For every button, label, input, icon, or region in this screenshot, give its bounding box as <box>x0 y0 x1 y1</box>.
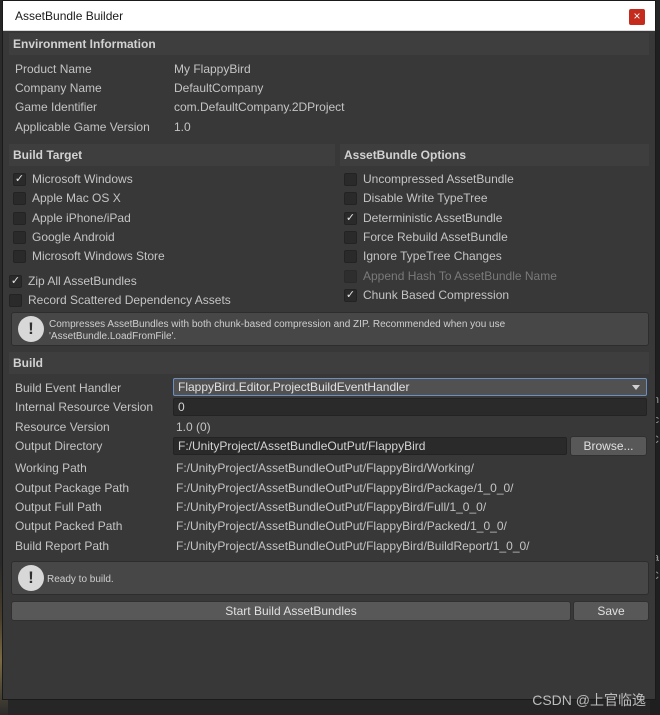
deterministic-toggle[interactable]: ✓ Deterministic AssetBundle <box>344 209 502 227</box>
window-title: AssetBundle Builder <box>15 9 124 23</box>
working-path-label: Working Path <box>15 461 87 475</box>
build-header: Build <box>9 352 649 374</box>
browse-button[interactable]: Browse... <box>570 436 647 456</box>
watermark: CSDN @上官临逸 <box>532 692 646 708</box>
assetbundle-builder-window: AssetBundle Builder × Environment Inform… <box>2 0 656 700</box>
product-name-value: My FlappyBird <box>174 62 251 76</box>
resource-version-label: Resource Version <box>15 420 110 434</box>
platform-label: Apple iPhone/iPad <box>32 211 131 225</box>
close-button[interactable]: × <box>629 9 645 25</box>
option-label: Disable Write TypeTree <box>363 191 488 205</box>
window-titlebar[interactable]: AssetBundle Builder × <box>3 1 655 31</box>
output-dir-input[interactable]: F:/UnityProject/AssetBundleOutPut/Flappy… <box>173 437 567 455</box>
checkbox <box>344 230 357 244</box>
platform-label: Microsoft Windows Store <box>32 249 165 263</box>
platform-windows-store-toggle[interactable]: Microsoft Windows Store <box>13 247 165 265</box>
checkbox <box>9 293 22 307</box>
company-name-label: Company Name <box>15 81 102 95</box>
force-rebuild-toggle[interactable]: Force Rebuild AssetBundle <box>344 228 508 246</box>
check-icon: ✓ <box>344 211 357 225</box>
check-icon: ✓ <box>344 288 357 302</box>
status-box: ! Ready to build. <box>11 561 649 595</box>
package-path-value: F:/UnityProject/AssetBundleOutPut/Flappy… <box>176 481 514 495</box>
platform-macos-toggle[interactable]: Apple Mac OS X <box>13 189 121 207</box>
game-identifier-label: Game Identifier <box>15 100 98 114</box>
company-name-value: DefaultCompany <box>174 81 264 95</box>
zip-all-label: Zip All AssetBundles <box>28 274 137 288</box>
output-dir-label: Output Directory <box>15 439 103 453</box>
event-handler-dropdown[interactable]: FlappyBird.Editor.ProjectBuildEventHandl… <box>173 378 647 396</box>
checkbox <box>13 191 26 205</box>
chevron-down-icon <box>632 385 640 390</box>
packed-path-value: F:/UnityProject/AssetBundleOutPut/Flappy… <box>176 519 507 533</box>
checkbox <box>344 191 357 205</box>
chunk-compression-toggle[interactable]: ✓ Chunk Based Compression <box>344 286 509 304</box>
option-label: Force Rebuild AssetBundle <box>363 230 508 244</box>
platform-ios-toggle[interactable]: Apple iPhone/iPad <box>13 209 131 227</box>
info-icon: ! <box>18 565 44 591</box>
option-label: Uncompressed AssetBundle <box>363 172 514 186</box>
game-version-value: 1.0 <box>174 120 191 134</box>
assetbundle-options-header: AssetBundle Options <box>340 144 649 166</box>
checkbox <box>344 172 357 186</box>
option-label: Chunk Based Compression <box>363 288 510 302</box>
start-build-button[interactable]: Start Build AssetBundles <box>11 601 571 621</box>
resource-version-value: 1.0 (0) <box>176 420 211 434</box>
checkbox <box>344 269 357 283</box>
record-scattered-label: Record Scattered Dependency Assets <box>28 293 231 307</box>
status-message: Ready to build. <box>47 574 114 585</box>
option-label: Append Hash To AssetBundle Name <box>363 269 557 283</box>
full-path-value: F:/UnityProject/AssetBundleOutPut/Flappy… <box>176 500 487 514</box>
product-name-label: Product Name <box>15 62 92 76</box>
info-icon: ! <box>18 316 44 342</box>
event-handler-label: Build Event Handler <box>15 381 122 395</box>
checkbox <box>13 230 26 244</box>
report-path-value: F:/UnityProject/AssetBundleOutPut/Flappy… <box>176 539 530 553</box>
option-label: Deterministic AssetBundle <box>363 211 503 225</box>
compression-help-line2: 'AssetBundle.LoadFromFile'. <box>49 331 177 342</box>
platform-label: Google Android <box>32 230 115 244</box>
compression-help-line1: Compresses AssetBundles with both chunk-… <box>49 319 506 330</box>
checkbox <box>13 249 26 263</box>
check-icon: ✓ <box>9 274 22 288</box>
append-hash-toggle: Append Hash To AssetBundle Name <box>344 267 557 285</box>
report-path-label: Build Report Path <box>15 539 110 553</box>
packed-path-label: Output Packed Path <box>15 519 123 533</box>
package-path-label: Output Package Path <box>15 481 130 495</box>
platform-android-toggle[interactable]: Google Android <box>13 228 115 246</box>
platform-windows-toggle[interactable]: ✓ Microsoft Windows <box>13 170 133 188</box>
save-button[interactable]: Save <box>573 601 649 621</box>
platform-label: Microsoft Windows <box>32 172 133 186</box>
platform-label: Apple Mac OS X <box>32 191 121 205</box>
disable-write-typetree-toggle[interactable]: Disable Write TypeTree <box>344 189 488 207</box>
game-identifier-value: com.DefaultCompany.2DProject <box>174 100 345 114</box>
checkbox <box>344 249 357 263</box>
internal-version-label: Internal Resource Version <box>15 400 154 414</box>
working-path-value: F:/UnityProject/AssetBundleOutPut/Flappy… <box>176 461 474 475</box>
compression-help-box: ! Compresses AssetBundles with both chun… <box>11 312 649 346</box>
uncompressed-toggle[interactable]: Uncompressed AssetBundle <box>344 170 514 188</box>
zip-all-toggle[interactable]: ✓ Zip All AssetBundles <box>9 272 137 290</box>
game-version-label: Applicable Game Version <box>15 120 150 134</box>
full-path-label: Output Full Path <box>15 500 102 514</box>
option-label: Ignore TypeTree Changes <box>363 249 502 263</box>
checkbox <box>13 211 26 225</box>
check-icon: ✓ <box>13 172 26 186</box>
build-target-header: Build Target <box>9 144 335 166</box>
record-scattered-toggle[interactable]: Record Scattered Dependency Assets <box>9 291 231 309</box>
ignore-typetree-changes-toggle[interactable]: Ignore TypeTree Changes <box>344 247 502 265</box>
event-handler-value: FlappyBird.Editor.ProjectBuildEventHandl… <box>178 380 410 394</box>
environment-header: Environment Information <box>9 33 649 55</box>
internal-version-input[interactable]: 0 <box>173 398 647 416</box>
